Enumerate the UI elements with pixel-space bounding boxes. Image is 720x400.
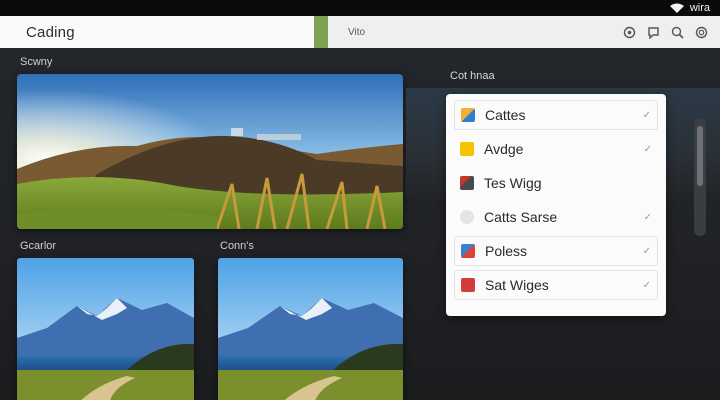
list-item-avdge[interactable]: Avdge ✓ — [454, 134, 658, 164]
list-item-sat-wiges[interactable]: Sat Wiges ✓ — [454, 270, 658, 300]
palette-icon — [461, 108, 475, 122]
view-label[interactable]: Vito — [348, 27, 365, 38]
header-toolbar: Vito — [328, 16, 720, 48]
hero-section-label: Scwny — [20, 56, 53, 68]
red-square-icon — [461, 278, 475, 292]
hero-image[interactable] — [17, 74, 403, 229]
scrollbar-thumb[interactable] — [697, 126, 703, 186]
check-icon: ✓ — [642, 109, 651, 121]
check-icon: ✓ — [643, 211, 652, 223]
status-bar: wira — [0, 0, 720, 16]
photo-icon — [460, 176, 474, 190]
check-icon: ✓ — [643, 143, 652, 155]
mountain-thumbnail-left[interactable] — [17, 258, 194, 400]
list-item-label: Avdge — [484, 141, 524, 157]
list-item-tes-wigg[interactable]: Tes Wigg — [454, 168, 658, 198]
list-item-cattes[interactable]: Cattes ✓ — [454, 100, 658, 130]
toolbar-icons — [622, 25, 708, 39]
list-item-label: Tes Wigg — [484, 175, 542, 191]
chat-icon[interactable] — [646, 25, 660, 39]
list-item-label: Sat Wiges — [485, 277, 549, 293]
panel-title: Cot hnaa — [450, 70, 495, 82]
left-section-label: Gcarlor — [20, 240, 57, 252]
yellow-square-icon — [460, 142, 474, 156]
header-title-area: Cading — [0, 16, 314, 48]
list-item-catts-sarse[interactable]: Catts Sarse ✓ — [454, 202, 658, 232]
wifi-icon — [669, 3, 684, 13]
image-icon — [461, 244, 475, 258]
list-item-poless[interactable]: Poless ✓ — [454, 236, 658, 266]
carrier-label: wira — [689, 2, 710, 14]
refresh-icon[interactable] — [694, 25, 708, 39]
options-panel: Cattes ✓ Avdge ✓ Tes Wigg Catts Sarse ✓ … — [446, 94, 666, 316]
main-content: Scwny Gcarlor Conn's Cot hnaa Cattes ✓ A… — [0, 48, 720, 400]
app-title: Cading — [26, 23, 75, 41]
list-item-label: Catts Sarse — [484, 209, 558, 225]
check-icon: ✓ — [642, 245, 651, 257]
circle-icon — [460, 210, 474, 224]
check-icon: ✓ — [642, 279, 651, 291]
header-bar: Cading Vito — [0, 16, 720, 48]
list-item-label: Poless — [485, 243, 528, 259]
right-section-label: Conn's — [220, 240, 254, 252]
scrollbar[interactable] — [694, 118, 706, 236]
mountain-thumbnail-right[interactable] — [218, 258, 403, 400]
search-icon[interactable] — [670, 25, 684, 39]
list-item-label: Cattes — [485, 107, 526, 123]
settings-icon[interactable] — [622, 25, 636, 39]
header-accent — [314, 16, 328, 48]
